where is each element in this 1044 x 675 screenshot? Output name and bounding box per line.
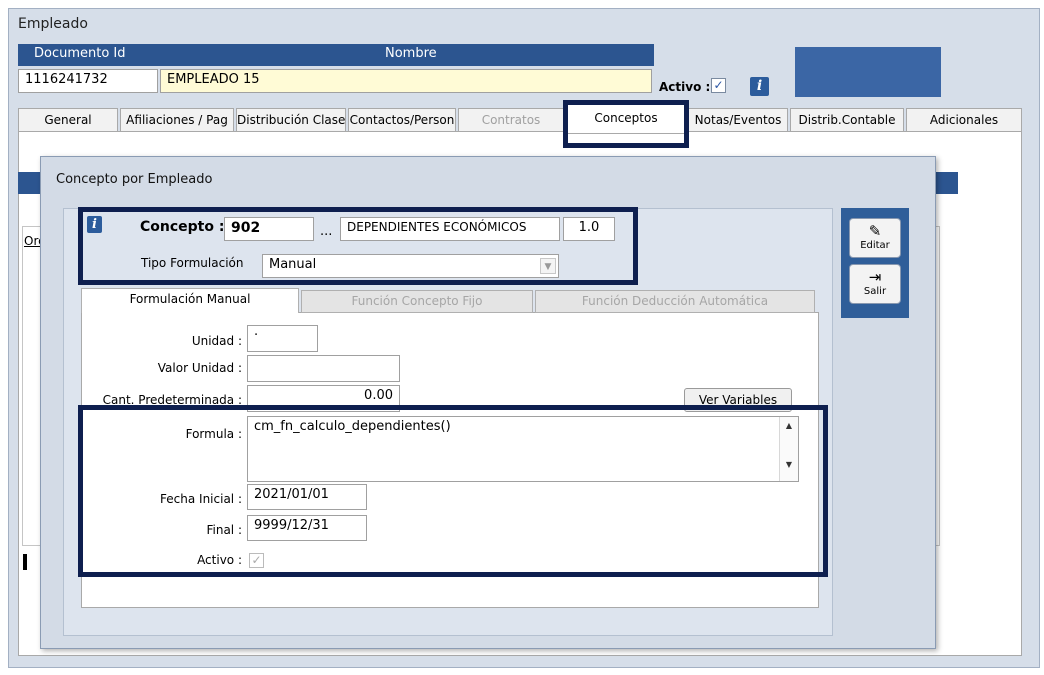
doc-id-header: Documento Id bbox=[34, 46, 126, 61]
editar-label: Editar bbox=[860, 240, 890, 251]
unidad-label: Unidad : bbox=[191, 334, 242, 348]
subtab-funcion-deduccion-automatica: Función Deducción Automática bbox=[535, 290, 815, 313]
window-title: Empleado bbox=[18, 16, 88, 32]
tab-afiliaciones[interactable]: Afiliaciones / Pag bbox=[120, 108, 234, 132]
doc-id-field[interactable]: 1116241732 bbox=[18, 69, 158, 93]
name-header: Nombre bbox=[385, 46, 437, 61]
subtab-funcion-concepto-fijo: Función Concepto Fijo bbox=[301, 290, 533, 313]
unidad-field[interactable]: · bbox=[247, 325, 318, 352]
highlight-formula bbox=[78, 405, 828, 577]
info-icon[interactable]: i bbox=[750, 77, 769, 96]
tab-adicionales[interactable]: Adicionales bbox=[906, 108, 1022, 132]
tab-contactos[interactable]: Contactos/Person bbox=[348, 108, 456, 132]
dialog-title: Concepto por Empleado bbox=[56, 172, 213, 187]
editar-button[interactable]: ✎ Editar bbox=[849, 218, 901, 258]
valor-unidad-field[interactable] bbox=[247, 355, 400, 382]
subtab-formulacion-manual[interactable]: Formulación Manual bbox=[81, 288, 299, 313]
salir-label: Salir bbox=[863, 286, 887, 297]
salir-button[interactable]: ⇥ Salir bbox=[849, 264, 901, 304]
tab-distribucion-clase[interactable]: Distribución Clase bbox=[236, 108, 346, 132]
highlight-concepto bbox=[78, 207, 638, 285]
tab-general[interactable]: General bbox=[18, 108, 118, 132]
name-field[interactable]: EMPLEADO 15 bbox=[160, 69, 652, 93]
employee-photo bbox=[795, 47, 941, 97]
tab-contratos: Contratos bbox=[458, 108, 564, 132]
valor-unidad-label: Valor Unidad : bbox=[157, 361, 242, 375]
edit-icon: ✎ bbox=[868, 222, 882, 240]
grid-row-indicator bbox=[23, 554, 27, 570]
highlight-conceptos-tab bbox=[563, 100, 689, 148]
activo-label: Activo : bbox=[659, 80, 711, 94]
tab-notas-eventos[interactable]: Notas/Eventos bbox=[688, 108, 788, 132]
tab-distrib-contable[interactable]: Distrib.Contable bbox=[790, 108, 904, 132]
activo-checkbox[interactable]: ✓ bbox=[711, 78, 726, 93]
exit-icon: ⇥ bbox=[868, 268, 882, 286]
